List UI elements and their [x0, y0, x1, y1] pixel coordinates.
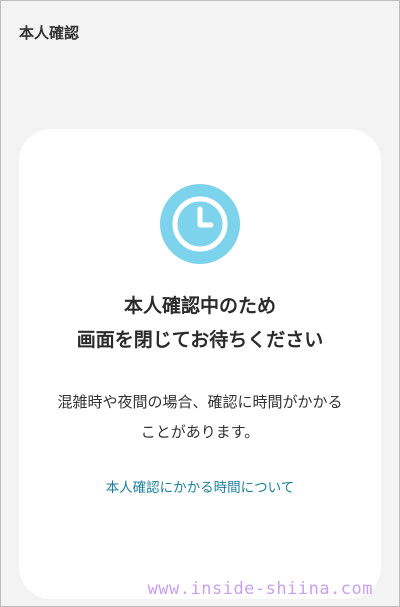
status-heading-line-2: 画面を閉じてお待ちください	[76, 329, 324, 351]
screen-frame: 本人確認 本人確認中のため 画面を閉じてお待ちください 混雑時や夜間の場合、確認…	[0, 0, 400, 607]
status-heading-line-1: 本人確認中のため	[123, 295, 276, 317]
status-description: 混雑時や夜間の場合、確認に時間がかかる ことがあります。	[19, 387, 381, 447]
clock-icon	[160, 184, 240, 264]
watermark: www.inside-shiina.com	[147, 579, 373, 599]
page-title: 本人確認	[19, 24, 80, 42]
verification-status-card: 本人確認中のため 画面を閉じてお待ちください 混雑時や夜間の場合、確認に時間がか…	[19, 129, 381, 599]
verification-time-info-link[interactable]: 本人確認にかかる時間について	[19, 477, 381, 499]
status-description-line-2: ことがあります。	[140, 423, 260, 441]
status-heading: 本人確認中のため 画面を閉じてお待ちください	[19, 289, 381, 357]
status-description-line-1: 混雑時や夜間の場合、確認に時間がかかる	[57, 393, 343, 411]
